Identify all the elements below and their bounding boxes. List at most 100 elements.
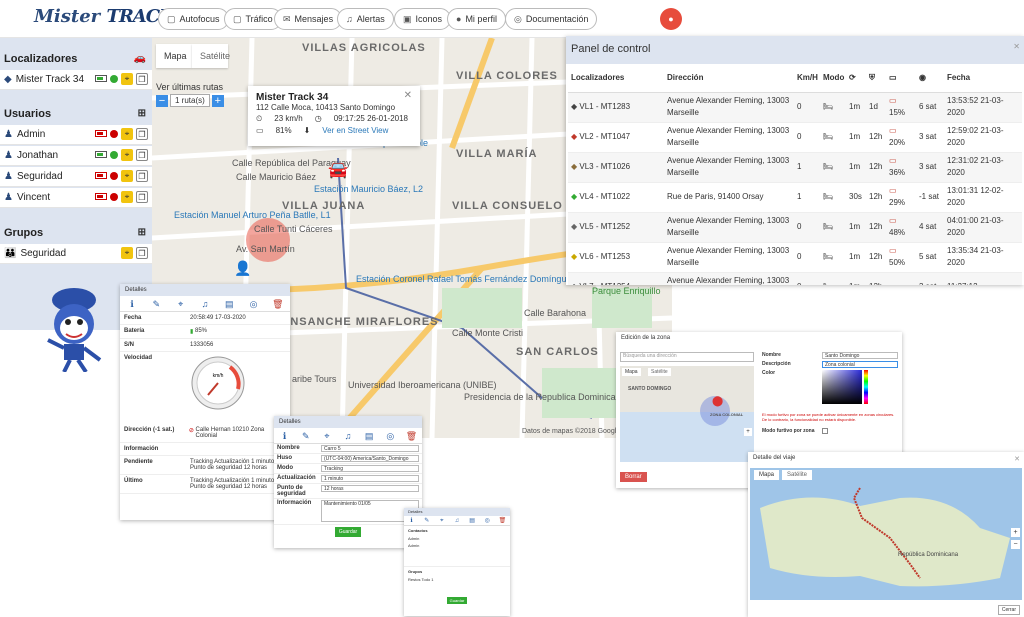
zone-map[interactable]: Mapa Satélite ⬤ SANTO DOMINGO ZONA COLON…	[620, 366, 754, 462]
trip-satellite-tab[interactable]: Satélite	[782, 470, 813, 480]
logo[interactable]: Mister TRACK	[34, 6, 175, 27]
add-user-icon[interactable]: ⊞	[138, 108, 146, 119]
document-tab-icon[interactable]: ▤	[217, 296, 241, 311]
table-row[interactable]: ◆ VL6 - MT1253 Avenue Alexander Fleming, …	[568, 242, 1022, 273]
trip-map-tab[interactable]: Mapa	[754, 470, 780, 480]
close-icon[interactable]: ✕	[1014, 455, 1020, 463]
delete-zone-button[interactable]: Borrar	[620, 472, 647, 482]
bell-tab-icon[interactable]: ♫	[193, 296, 217, 311]
wrench-tab-icon[interactable]: ✎	[419, 516, 434, 525]
group-row[interactable]: Restos Todo 1	[404, 576, 510, 583]
timezone-select[interactable]: (UTC-04:00) America/Santo_Domingo	[321, 455, 419, 462]
street-view-link[interactable]: Ver en Street View	[322, 126, 388, 135]
sidebar-item-tracker[interactable]: ◆ Mister Track 34 ⌖ ❐	[0, 70, 152, 90]
location-button[interactable]: ⌖	[121, 149, 133, 161]
trip-map[interactable]: Mapa Satélite República Dominicana + −	[750, 468, 1022, 600]
zone-description-field[interactable]: Zona colonial	[822, 361, 898, 368]
name-field[interactable]: Carro 5	[321, 445, 419, 452]
nav-alerts-button[interactable]: ♫ Alertas	[337, 8, 394, 30]
trash-tab-icon[interactable]: 🗑	[401, 428, 422, 443]
sidebar-item-user[interactable]: ♟ Admin ⌖ ❐	[0, 125, 152, 145]
zone-pin-icon[interactable]: ⬤	[712, 396, 723, 407]
table-row[interactable]: ◆ VL4 - MT1022 Rue de Paris, 91400 Orsay 1…	[568, 182, 1022, 213]
zoom-in-button[interactable]: +	[1011, 528, 1020, 537]
zoom-in-button[interactable]: +	[744, 428, 752, 436]
nav-profile-button[interactable]: ● Mi perfil	[447, 8, 506, 30]
add-group-icon[interactable]: ⊞	[138, 227, 146, 238]
plus-button[interactable]: +	[211, 94, 224, 107]
save-button[interactable]: Guardar	[334, 527, 362, 537]
nav-docs-button[interactable]: ◎ Documentación	[505, 8, 598, 30]
contact-row[interactable]: Admin	[404, 535, 510, 542]
battery-icon	[95, 151, 107, 158]
map-label: SAN CARLOS	[516, 346, 599, 358]
nav-icons-button[interactable]: ▣ Iconos	[394, 8, 452, 30]
close-icon[interactable]: ✕	[1013, 42, 1020, 51]
col-header: Fecha	[944, 64, 1022, 93]
notification-badge[interactable]: ●	[660, 8, 682, 30]
trash-tab-icon[interactable]: 🗑	[266, 296, 290, 311]
info-tab-icon[interactable]: ℹ	[120, 296, 144, 311]
location-button[interactable]: ⌖	[121, 73, 133, 85]
user-marker-icon[interactable]: 👤	[234, 260, 251, 277]
zone-name-field[interactable]: Santo Domingo	[822, 352, 898, 359]
location-button[interactable]: ⌖	[121, 191, 133, 203]
sidebar-item-user[interactable]: ♟ Seguridad ⌖ ❐	[0, 167, 152, 187]
nav-messages-button[interactable]: ✉ Mensajes	[274, 8, 343, 30]
update-select[interactable]: 1 minuto	[321, 475, 419, 482]
wrench-tab-icon[interactable]: ✎	[144, 296, 168, 311]
address-search-input[interactable]: Búsqueda una dirección	[620, 352, 754, 362]
map-label: Universidad Iberoamericana (UNIBE)	[348, 380, 497, 390]
vehicle-marker-icon[interactable]: 🚘	[328, 160, 348, 180]
trash-tab-icon[interactable]: 🗑	[495, 516, 510, 525]
location-button[interactable]: ⌖	[121, 247, 133, 259]
info-tab-icon[interactable]: ℹ	[404, 516, 419, 525]
location-tab-icon[interactable]: ⌖	[316, 428, 337, 443]
zone-satellite-tab[interactable]: Satélite	[648, 368, 671, 376]
hue-slider[interactable]	[864, 370, 868, 404]
zone-map-tab[interactable]: Mapa	[622, 368, 641, 376]
table-row[interactable]: ◆ VL3 - MT1026 Avenue Alexander Fleming, …	[568, 152, 1022, 183]
close-button[interactable]: Cerrar	[997, 605, 1020, 615]
minus-button[interactable]: −	[156, 94, 168, 107]
car-icon[interactable]: 🚗	[134, 53, 146, 64]
info-tab-icon[interactable]: ℹ	[274, 428, 295, 443]
contact-row[interactable]: Admin	[404, 542, 510, 549]
target-tab-icon[interactable]: ◎	[480, 516, 495, 525]
location-tab-icon[interactable]: ⌖	[169, 296, 193, 311]
table-row[interactable]: ◆ VL1 - MT1283 Avenue Alexander Fleming, …	[568, 92, 1022, 123]
nav-autofocus-button[interactable]: ▢ Autofocus	[158, 8, 229, 30]
close-icon[interactable]: ✕	[404, 90, 412, 101]
copy-button[interactable]: ❐	[136, 73, 148, 85]
table-row[interactable]: ◆ VL5 - MT1252 Avenue Alexander Fleming, …	[568, 212, 1022, 243]
map-tab-map[interactable]: Mapa	[156, 44, 192, 68]
stealth-checkbox[interactable]	[822, 428, 828, 434]
map-tab-satellite[interactable]: Satélite	[192, 44, 230, 68]
location-tab-icon[interactable]: ⌖	[434, 516, 449, 525]
routes-stepper[interactable]: − 1 ruta(s) +	[156, 94, 224, 107]
copy-button[interactable]: ❐	[136, 191, 148, 203]
sidebar-item-group[interactable]: 👪 Seguridad ⌖ ❐	[0, 244, 152, 264]
copy-button[interactable]: ❐	[136, 149, 148, 161]
security-select[interactable]: 12 horas	[321, 485, 419, 492]
mode-select[interactable]: Tracking	[321, 465, 419, 472]
copy-button[interactable]: ❐	[136, 170, 148, 182]
sidebar-item-user[interactable]: ♟ Jonathan ⌖ ❐	[0, 146, 152, 166]
color-picker[interactable]	[822, 370, 862, 404]
target-tab-icon[interactable]: ◎	[380, 428, 401, 443]
bell-tab-icon[interactable]: ♫	[337, 428, 358, 443]
location-button[interactable]: ⌖	[121, 128, 133, 140]
bell-tab-icon[interactable]: ♫	[449, 516, 464, 525]
document-tab-icon[interactable]: ▤	[465, 516, 480, 525]
table-row[interactable]: ◆ VL7 - MT1254Avenue Alexander Fleming, …	[568, 272, 1022, 285]
table-row[interactable]: ◆ VL2 - MT1047 Avenue Alexander Fleming, …	[568, 122, 1022, 153]
wrench-tab-icon[interactable]: ✎	[295, 428, 316, 443]
zoom-out-button[interactable]: −	[1011, 540, 1020, 549]
save-button[interactable]: Guardar	[446, 597, 468, 604]
sidebar-item-user[interactable]: ♟ Vincent ⌖ ❐	[0, 188, 152, 208]
copy-button[interactable]: ❐	[136, 247, 148, 259]
target-tab-icon[interactable]: ◎	[241, 296, 265, 311]
copy-button[interactable]: ❐	[136, 128, 148, 140]
document-tab-icon[interactable]: ▤	[359, 428, 380, 443]
location-button[interactable]: ⌖	[121, 170, 133, 182]
